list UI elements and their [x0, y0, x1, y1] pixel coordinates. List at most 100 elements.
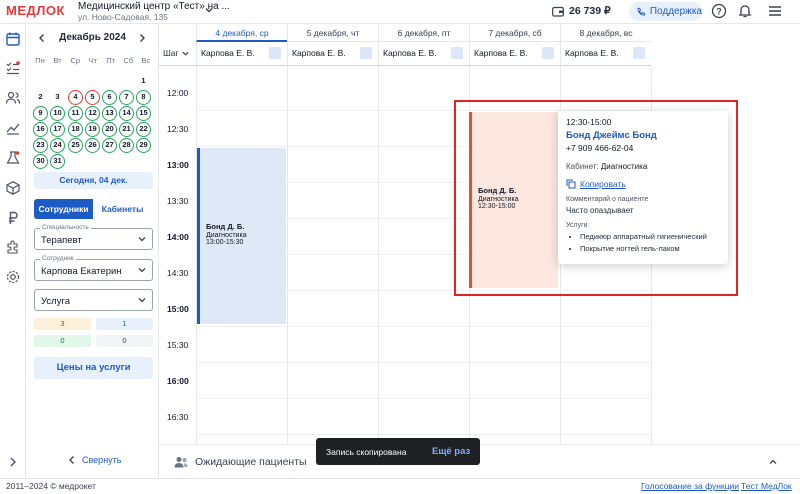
vote-link[interactable]: Голосование за функции [641, 479, 739, 494]
staff-header[interactable]: Карпова Е. В. [287, 42, 378, 66]
time-label: 12:30 [167, 124, 189, 134]
calendar-day[interactable]: 5 [85, 90, 100, 105]
calendar-day[interactable]: 1 [136, 74, 151, 89]
appointment-card[interactable]: Бонд Д. Б. Диагностика 13:00-15:30 [197, 148, 286, 324]
calendar-day[interactable]: 17 [50, 122, 65, 137]
settings-icon[interactable] [451, 47, 463, 59]
tab-employees[interactable]: Сотрудники [34, 199, 93, 219]
next-month-icon[interactable] [136, 32, 148, 44]
calendar-day[interactable]: 14 [119, 106, 134, 121]
patients-icon [174, 457, 188, 468]
warehouse-icon[interactable] [5, 180, 21, 196]
service-select[interactable]: Услуга [34, 289, 153, 311]
collapse-button[interactable]: Свернуть [68, 455, 121, 465]
settings-icon[interactable] [360, 47, 372, 59]
calendar-day[interactable]: 8 [136, 90, 151, 105]
grid-divider [287, 66, 288, 444]
specialty-select[interactable]: Специальность Терапевт [34, 224, 153, 250]
day-header[interactable]: 7 декабря, сб [469, 24, 560, 42]
step-selector[interactable]: Шаг [159, 42, 196, 66]
weekday-label: Пн [35, 56, 45, 65]
settings-icon[interactable] [542, 47, 554, 59]
staff-header[interactable]: Карпова Е. В. [560, 42, 651, 66]
staff-name: Карпова Е. В. [474, 48, 528, 58]
analytics-icon[interactable] [5, 120, 21, 136]
settings-icon[interactable] [5, 269, 21, 285]
stat-badge: 0 [96, 335, 153, 347]
prices-button[interactable]: Цены на услуги [34, 357, 153, 379]
today-button[interactable]: Сегодня, 04 дек. [34, 172, 153, 189]
calendar-day[interactable]: 20 [102, 122, 117, 137]
support-label: Поддержка [649, 6, 702, 17]
calendar-day[interactable]: 31 [50, 154, 65, 169]
staff-header[interactable]: Карпова Е. В. [469, 42, 560, 66]
help-icon[interactable]: ? [711, 3, 727, 19]
weekday-label: Вс [141, 56, 151, 65]
sidebar: Декабрь 2024 Пн Вт Ср Чт Пт Сб Вс 1 2 3 … [26, 24, 159, 478]
calendar-day[interactable]: 3 [50, 90, 65, 105]
collapse-label: Свернуть [82, 455, 122, 465]
calendar-day[interactable]: 18 [68, 122, 83, 137]
menu-icon[interactable] [767, 3, 783, 19]
top-header: МЕДЛОК Медицинский центр «Тест» на ... у… [0, 0, 800, 24]
day-header[interactable]: 8 декабря, вс [560, 24, 651, 42]
test-link[interactable]: Тест МедЛок [741, 479, 792, 494]
expand-rail-icon[interactable] [5, 454, 21, 470]
finance-icon[interactable] [5, 210, 21, 226]
patients-icon[interactable] [5, 90, 21, 106]
day-header[interactable]: 6 декабря, пт [378, 24, 469, 42]
svg-text:?: ? [716, 7, 722, 17]
app-logo[interactable]: МЕДЛОК [6, 3, 65, 18]
tasks-icon[interactable] [5, 60, 21, 76]
calendar-day[interactable]: 12 [85, 106, 100, 121]
calendar-day[interactable]: 13 [102, 106, 117, 121]
calendar-day[interactable]: 27 [102, 138, 117, 153]
calendar-day[interactable]: 9 [33, 106, 48, 121]
integrations-icon[interactable] [5, 239, 21, 255]
time-label: 13:00 [167, 160, 189, 170]
appointment-patient: Бонд Д. Б. [206, 222, 245, 231]
lab-icon[interactable] [5, 150, 21, 166]
toast-action-button[interactable]: Ещё раз [432, 446, 470, 457]
calendar-day[interactable]: 28 [119, 138, 134, 153]
balance-widget[interactable]: 26 739 ₽ [552, 5, 611, 17]
bell-icon[interactable] [737, 3, 753, 19]
toast-notification: Запись скопирована Ещё раз [316, 438, 480, 465]
calendar-day[interactable]: 10 [50, 106, 65, 121]
staff-header[interactable]: Карпова Е. В. [196, 42, 287, 66]
nav-rail [0, 24, 26, 478]
tab-cabinets[interactable]: Кабинеты [93, 199, 152, 219]
calendar-day[interactable]: 25 [68, 138, 83, 153]
calendar-day[interactable]: 21 [119, 122, 134, 137]
calendar-day[interactable]: 19 [85, 122, 100, 137]
stat-badge: 0 [34, 335, 91, 347]
calendar-day[interactable]: 7 [119, 90, 134, 105]
calendar-day[interactable]: 4 [68, 90, 83, 105]
calendar-day[interactable]: 2 [33, 90, 48, 105]
support-button[interactable]: Поддержка [629, 2, 702, 21]
calendar-day[interactable]: 6 [102, 90, 117, 105]
settings-icon[interactable] [269, 47, 281, 59]
time-label: 12:00 [167, 88, 189, 98]
staff-header[interactable]: Карпова Е. В. [378, 42, 469, 66]
calendar-day[interactable]: 15 [136, 106, 151, 121]
calendar-day[interactable]: 29 [136, 138, 151, 153]
calendar-day[interactable]: 30 [33, 154, 48, 169]
chevron-down-icon [138, 237, 146, 242]
settings-icon[interactable] [633, 47, 645, 59]
calendar-day[interactable]: 26 [85, 138, 100, 153]
employee-select[interactable]: Сотрудник Карпова Екатерин [34, 255, 153, 281]
service-value: Услуга [41, 296, 70, 307]
appointment-service: Диагностика [206, 232, 247, 239]
calendar-day[interactable]: 22 [136, 122, 151, 137]
calendar-day[interactable]: 11 [68, 106, 83, 121]
time-label: 15:30 [167, 340, 189, 350]
day-header[interactable]: 5 декабря, чт [287, 24, 378, 42]
chevron-up-icon[interactable] [768, 457, 778, 467]
calendar-day[interactable]: 24 [50, 138, 65, 153]
calendar-icon[interactable] [5, 31, 21, 47]
day-header[interactable]: 4 декабря, ср [196, 24, 287, 42]
chevron-down-icon[interactable] [203, 4, 215, 16]
calendar-day[interactable]: 16 [33, 122, 48, 137]
calendar-day[interactable]: 23 [33, 138, 48, 153]
